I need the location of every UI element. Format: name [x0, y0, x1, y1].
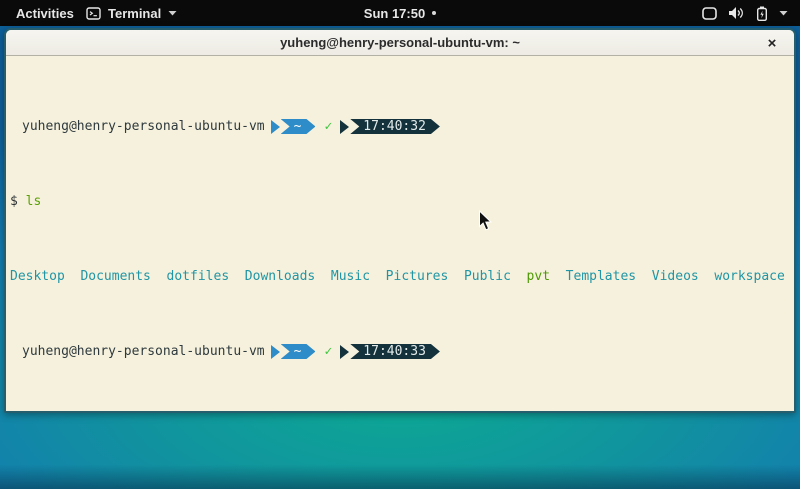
volume-icon [728, 6, 745, 20]
powerline-arrow-icon [271, 345, 280, 359]
powerline-arrow-icon [271, 120, 280, 134]
status-check-icon: ✓ [324, 344, 332, 359]
time-label: 17:40:33 [350, 344, 440, 359]
command-text: ls [26, 194, 42, 209]
ls-item: pvt [527, 269, 550, 284]
ls-output-row: Desktop Documents dotfiles Downloads Music Pi… [10, 269, 792, 284]
prompt-line: yuheng@henry-personal-ubuntu-vm ~ ✓ 17:4… [10, 344, 792, 359]
cwd-segment: ~ [271, 344, 316, 359]
clock-menu[interactable]: Sun 17:50 [0, 0, 800, 26]
cwd-label: ~ [281, 344, 316, 359]
command-line: $ ls [10, 194, 792, 209]
ls-item: Templates [566, 269, 636, 284]
cwd-segment: ~ [271, 119, 316, 134]
system-status-menu[interactable] [698, 0, 792, 26]
mouse-pointer-icon [478, 210, 493, 237]
desktop: { "top_bar": { "activities_label": "Acti… [0, 0, 800, 489]
notification-dot-icon [432, 11, 436, 15]
clock-label: Sun 17:50 [364, 6, 425, 21]
window-titlebar[interactable]: yuheng@henry-personal-ubuntu-vm: ~ × [6, 30, 794, 56]
ls-item: Public [464, 269, 511, 284]
prompt-user: yuheng@henry-personal-ubuntu-vm [22, 344, 265, 359]
close-icon[interactable]: × [762, 33, 782, 53]
time-segment: 17:40:33 [340, 344, 440, 359]
ls-item: Music [331, 269, 370, 284]
time-segment: 17:40:32 [340, 119, 440, 134]
prompt-line: yuheng@henry-personal-ubuntu-vm ~ ✓ 17:4… [10, 119, 792, 134]
ls-item: Documents [80, 269, 150, 284]
terminal-window: yuheng@henry-personal-ubuntu-vm: ~ × yuh… [4, 28, 796, 413]
top-bar: Activities Terminal Sun 17:50 [0, 0, 800, 26]
window-title: yuheng@henry-personal-ubuntu-vm: ~ [280, 35, 520, 50]
display-icon [702, 7, 717, 20]
ls-item: Desktop [10, 269, 65, 284]
battery-charging-icon [756, 6, 768, 21]
powerline-arrow-icon [340, 345, 349, 359]
time-label: 17:40:32 [350, 119, 440, 134]
ls-item: Downloads [245, 269, 315, 284]
ls-item: workspace [714, 269, 784, 284]
powerline-arrow-icon [340, 120, 349, 134]
chevron-down-icon [779, 10, 788, 16]
terminal-viewport[interactable]: yuheng@henry-personal-ubuntu-vm ~ ✓ 17:4… [6, 56, 794, 412]
prompt-user: yuheng@henry-personal-ubuntu-vm [22, 119, 265, 134]
ls-item: Videos [652, 269, 699, 284]
status-check-icon: ✓ [324, 119, 332, 134]
ls-item: dotfiles [167, 269, 230, 284]
cwd-label: ~ [281, 119, 316, 134]
prompt-symbol: $ [10, 194, 18, 209]
ls-item: Pictures [386, 269, 449, 284]
